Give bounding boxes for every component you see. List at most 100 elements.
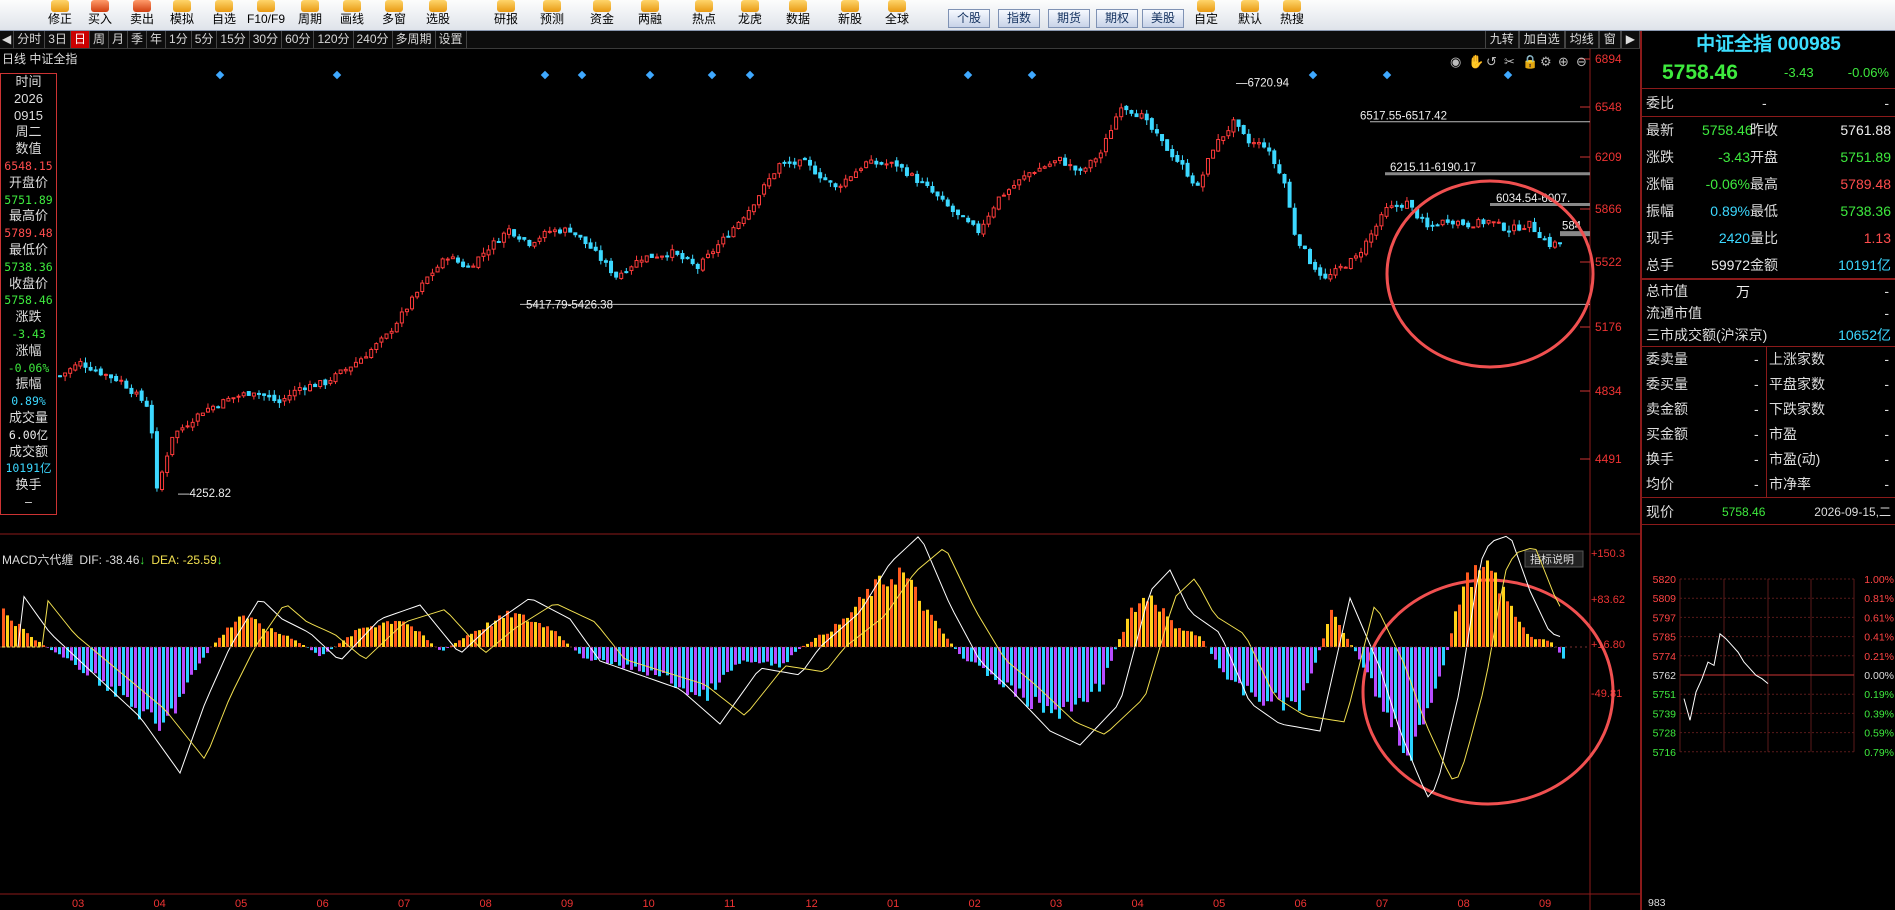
nav-button-5[interactable]: 龙虎: [730, 0, 770, 29]
quote-row-3: 振幅 0.89% 最低 5738.36: [1646, 203, 1891, 219]
period-14[interactable]: 多周期: [393, 31, 436, 48]
macd-bar: [198, 647, 201, 664]
macd-bar: [1490, 570, 1493, 647]
period-2[interactable]: 日: [70, 31, 90, 48]
toolbar-button-9[interactable]: 选股: [418, 0, 458, 29]
main-toolbar: 修正 买入 卖出 模拟 自选 F10/F9 周期 画线 多窗 选股 研报 预测 资金 两融 热点 龙虎 数据 新股…: [0, 0, 1895, 31]
macd-bar: [294, 640, 297, 647]
zoom-out-icon[interactable]: ⊖: [1576, 54, 1587, 69]
period-7[interactable]: 1分: [166, 31, 192, 48]
nav-button-1[interactable]: 预测: [532, 0, 572, 29]
nav-tab-11[interactable]: 期货: [1048, 9, 1090, 28]
kline-chart[interactable]: 日线 中证全指 6894 6548 6209 5866 5522 5176 4834 4491 +…: [0, 49, 1640, 910]
macd-bar: [110, 647, 113, 687]
right-toolbar-button-0[interactable]: 自定: [1186, 0, 1226, 29]
period-4[interactable]: 月: [109, 31, 128, 48]
toolbar-button-2[interactable]: 卖出: [122, 0, 162, 29]
period-3[interactable]: 周: [90, 31, 109, 48]
macd-bar: [582, 647, 585, 659]
toolbar-button-6[interactable]: 周期: [290, 0, 330, 29]
price-tick-label: 5866: [1595, 202, 1622, 216]
right-toolbar-button-2[interactable]: 热搜: [1272, 0, 1312, 29]
candle: [864, 160, 869, 169]
nav-tab-12[interactable]: 期权: [1096, 9, 1138, 28]
right-toolbar-button-1[interactable]: 默认: [1230, 0, 1270, 29]
period-13[interactable]: 240分: [354, 31, 393, 48]
candle: [1287, 178, 1292, 208]
change-value: -3.43: [1784, 65, 1814, 80]
period-12[interactable]: 120分: [314, 31, 354, 48]
macd-bar: [442, 647, 445, 651]
left-label-6: 最高价: [8, 208, 48, 224]
three-market-row: 三市成交额(沪深京) 10652亿: [1642, 324, 1895, 347]
hand-icon[interactable]: ✋: [1468, 54, 1484, 69]
zoom-in-icon[interactable]: ⊕: [1558, 54, 1569, 69]
right-tool-3[interactable]: 窗: [1598, 31, 1621, 48]
macd-bar: [1202, 640, 1205, 647]
toolbar-icon: [1283, 0, 1301, 12]
nav-icon: [695, 0, 713, 12]
nav-button-3[interactable]: 两融: [630, 0, 670, 29]
nav-button-6[interactable]: 数据: [778, 0, 818, 29]
circ-cap-row: 流通市值 -: [1646, 305, 1889, 321]
toolbar-button-5[interactable]: F10/F9: [246, 0, 286, 29]
nav-button-0[interactable]: 研报: [486, 0, 526, 29]
nav-button-4[interactable]: 热点: [684, 0, 724, 29]
macd-bar: [234, 621, 237, 647]
toolbar-button-8[interactable]: 多窗: [374, 0, 414, 29]
period-prev-icon[interactable]: ◀: [0, 31, 15, 48]
lock-icon[interactable]: 🔒: [1522, 54, 1538, 69]
toolbar-button-4[interactable]: 自选: [204, 0, 244, 29]
macd-bar: [1478, 570, 1481, 647]
macd-bar: [1314, 647, 1317, 663]
gear-icon[interactable]: ⚙: [1540, 54, 1552, 69]
nav-button-2[interactable]: 资金: [582, 0, 622, 29]
period-1[interactable]: 3日: [45, 31, 71, 48]
eye-icon[interactable]: ◉: [1450, 54, 1461, 69]
period-9[interactable]: 15分: [217, 31, 250, 48]
macd-bar: [694, 647, 697, 695]
period-bar: 九转 加自选 均线窗 ▶ ◀ 分时 3日日周月季年 1分 5分 15分 30分 60分 120分 240分…: [0, 31, 1640, 49]
cut-icon[interactable]: ✂: [1504, 54, 1515, 69]
macd-bar: [130, 647, 133, 707]
macd-bar: [566, 643, 569, 647]
index-title: 中证全指 000985: [1696, 34, 1841, 55]
macd-bar: [26, 633, 29, 647]
right-tool-2[interactable]: 均线: [1564, 31, 1599, 48]
right-tool-0[interactable]: 九转: [1484, 31, 1519, 48]
undo-icon[interactable]: ↺: [1486, 54, 1497, 69]
nav-button-8[interactable]: 全球: [877, 0, 917, 29]
mini-price-line: [1683, 632, 1769, 721]
toolbar-button-3[interactable]: 模拟: [162, 0, 202, 29]
nav-tab-13[interactable]: 美股: [1142, 9, 1184, 28]
nav-tab-10[interactable]: 指数: [998, 9, 1040, 28]
nav-button-7[interactable]: 新股: [830, 0, 870, 29]
toolbar-button-7[interactable]: 画线: [332, 0, 372, 29]
macd-bar: [1346, 638, 1349, 647]
period-6[interactable]: 年: [147, 31, 167, 48]
macd-bar: [794, 647, 797, 652]
macd-bar: [634, 647, 637, 667]
macd-bar: [766, 647, 769, 662]
nav-tab-9[interactable]: 个股: [948, 9, 990, 28]
mini-price-tick: 5751: [1653, 689, 1677, 701]
left-label-1: 2026: [14, 90, 43, 106]
intraday-mini-chart[interactable]: 5820 1.00% 5809 0.81% 5797 0.61% 5785 0.41% 5774…: [1642, 571, 1895, 910]
left-label-4: 数值: [15, 141, 42, 157]
macd-bar: [1494, 572, 1497, 647]
next-icon[interactable]: ▶: [1620, 31, 1640, 48]
toolbar-button-0[interactable]: 修正: [40, 0, 80, 29]
candle: [991, 205, 996, 219]
macd-bar: [134, 647, 137, 708]
period-5[interactable]: 季: [128, 31, 147, 48]
period-8[interactable]: 5分: [192, 31, 218, 48]
period-15[interactable]: 设置: [436, 31, 467, 48]
period-11[interactable]: 60分: [282, 31, 315, 48]
macd-bar: [706, 647, 709, 701]
macd-bar: [118, 647, 121, 686]
toolbar-button-1[interactable]: 买入: [80, 0, 120, 29]
macd-bar: [878, 575, 881, 647]
period-10[interactable]: 30分: [250, 31, 283, 48]
right-tool-1[interactable]: 加自选: [1518, 31, 1565, 48]
period-0[interactable]: 分时: [14, 31, 46, 48]
